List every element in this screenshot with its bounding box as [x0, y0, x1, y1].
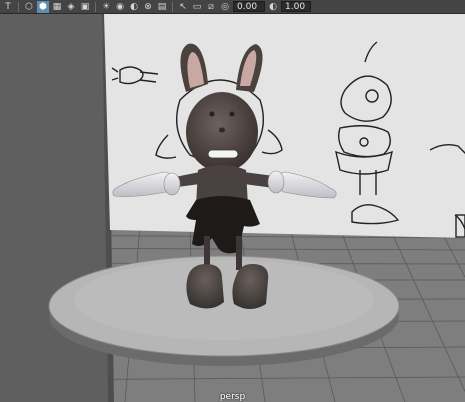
camera-icon[interactable]: ◉: [114, 1, 126, 13]
shaded-cube-icon[interactable]: ⬢: [37, 0, 49, 13]
gamma-icon: ◐: [269, 1, 277, 12]
exposure-field[interactable]: 0.00: [233, 1, 265, 12]
exposure-icon[interactable]: ◎: [219, 1, 231, 13]
platform-disc: [48, 255, 400, 366]
resolution-gate-icon[interactable]: ⧄: [205, 1, 217, 13]
viewport-toolbar: T ⬡ ⬢ ▦ ◈ ▣ ☀ ◉ ◐ ⊗ ▤ ↖ ▭ ⧄ ◎ 0.00 ◐ 1.00: [0, 0, 465, 14]
xray-icon[interactable]: ◐: [128, 1, 140, 13]
shadow-cube-icon[interactable]: ▣: [79, 1, 91, 13]
film-gate-icon[interactable]: ▭: [191, 1, 203, 13]
toolbar-separator: [95, 1, 96, 12]
toolbar-separator: [18, 1, 19, 12]
toolbar-separator: [172, 1, 173, 12]
perspective-viewport[interactable]: [0, 14, 465, 402]
wireframe-cube-icon[interactable]: ⬡: [23, 1, 35, 13]
textured-cube-icon[interactable]: ▦: [51, 1, 63, 13]
reference-image-plane: [104, 14, 465, 238]
gamma-field[interactable]: 1.00: [281, 1, 311, 12]
lights-cube-icon[interactable]: ◈: [65, 1, 77, 13]
isolate-icon[interactable]: ⊗: [142, 1, 154, 13]
cursor-icon[interactable]: ↖: [177, 1, 189, 13]
camera-select-icon[interactable]: T: [2, 1, 14, 13]
light-bulb-icon[interactable]: ☀: [100, 1, 112, 13]
grid-toggle-icon[interactable]: ▤: [156, 1, 168, 13]
camera-name-label: persp: [219, 392, 246, 402]
